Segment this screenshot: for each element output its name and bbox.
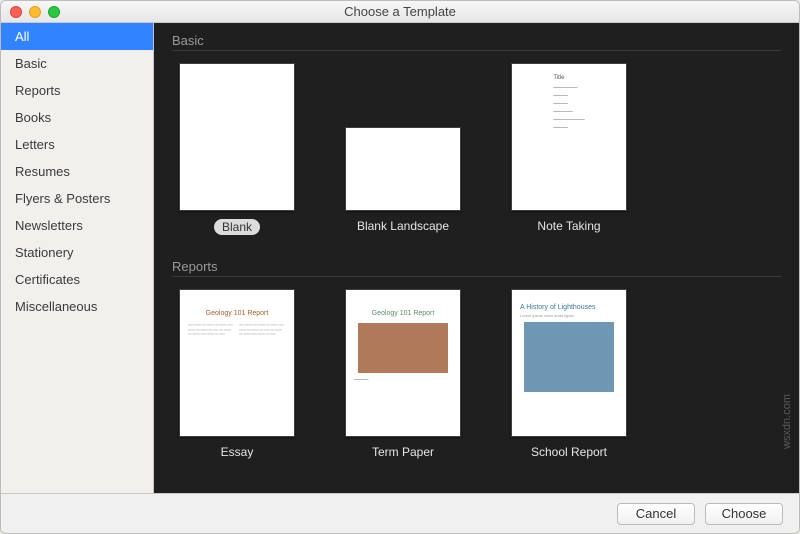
template-label: School Report <box>531 445 607 459</box>
sidebar: All Basic Reports Books Letters Resumes … <box>1 23 154 493</box>
sidebar-item-label: Resumes <box>15 164 70 179</box>
template-essay[interactable]: Geology 101 Report ━━━ ━━━━ ━━ ━━━━ ━━ ━… <box>172 289 302 459</box>
template-thumbnail <box>345 127 461 211</box>
template-note-taking[interactable]: Title━━━━━━━━━━━━━━━━━━━━━━━━━━━━━━━━━━━… <box>504 63 634 235</box>
sidebar-item-all[interactable]: All <box>1 23 153 50</box>
watermark: wsxdn.com <box>781 394 793 449</box>
cancel-button[interactable]: Cancel <box>617 503 695 525</box>
sidebar-item-label: Letters <box>15 137 55 152</box>
section-header-reports: Reports <box>172 249 781 277</box>
sidebar-item-label: All <box>15 29 29 44</box>
template-school-report[interactable]: A History of LighthousesLorem ipsum dolo… <box>504 289 634 459</box>
titlebar: Choose a Template <box>1 1 799 23</box>
sidebar-item-label: Stationery <box>15 245 74 260</box>
sidebar-item-basic[interactable]: Basic <box>1 50 153 77</box>
sidebar-item-books[interactable]: Books <box>1 104 153 131</box>
sidebar-item-reports[interactable]: Reports <box>1 77 153 104</box>
section-header-basic: Basic <box>172 23 781 51</box>
footer: Cancel Choose <box>1 493 799 533</box>
sidebar-item-label: Books <box>15 110 51 125</box>
template-thumbnail: Geology 101 Report━━━━━━ <box>345 289 461 437</box>
window-title: Choose a Template <box>1 4 799 19</box>
sidebar-item-certificates[interactable]: Certificates <box>1 266 153 293</box>
sidebar-item-letters[interactable]: Letters <box>1 131 153 158</box>
sidebar-item-flyers-posters[interactable]: Flyers & Posters <box>1 185 153 212</box>
sidebar-item-resumes[interactable]: Resumes <box>1 158 153 185</box>
template-blank-landscape[interactable]: Blank Landscape <box>338 63 468 235</box>
template-label: Note Taking <box>537 219 600 233</box>
template-blank[interactable]: Blank <box>172 63 302 235</box>
sidebar-item-label: Miscellaneous <box>15 299 97 314</box>
sidebar-item-label: Certificates <box>15 272 80 287</box>
template-thumbnail: Title━━━━━━━━━━━━━━━━━━━━━━━━━━━━━━━━━━━… <box>511 63 627 211</box>
sidebar-item-newsletters[interactable]: Newsletters <box>1 212 153 239</box>
template-label: Blank Landscape <box>357 219 449 233</box>
template-label: Essay <box>221 445 254 459</box>
template-label: Blank <box>214 219 260 235</box>
sidebar-item-label: Basic <box>15 56 47 71</box>
template-term-paper[interactable]: Geology 101 Report━━━━━━ Term Paper <box>338 289 468 459</box>
sidebar-item-miscellaneous[interactable]: Miscellaneous <box>1 293 153 320</box>
template-thumbnail <box>179 63 295 211</box>
template-thumbnail: Geology 101 Report ━━━ ━━━━ ━━ ━━━━ ━━ ━… <box>179 289 295 437</box>
sidebar-item-label: Reports <box>15 83 61 98</box>
template-thumbnail: A History of LighthousesLorem ipsum dolo… <box>511 289 627 437</box>
template-chooser-window: Choose a Template All Basic Reports Book… <box>0 0 800 534</box>
template-label: Term Paper <box>372 445 434 459</box>
template-grid: Basic Blank Blank Landscape Title━━━━━━━… <box>154 23 799 493</box>
choose-button[interactable]: Choose <box>705 503 783 525</box>
sidebar-item-label: Newsletters <box>15 218 83 233</box>
sidebar-item-stationery[interactable]: Stationery <box>1 239 153 266</box>
sidebar-item-label: Flyers & Posters <box>15 191 110 206</box>
